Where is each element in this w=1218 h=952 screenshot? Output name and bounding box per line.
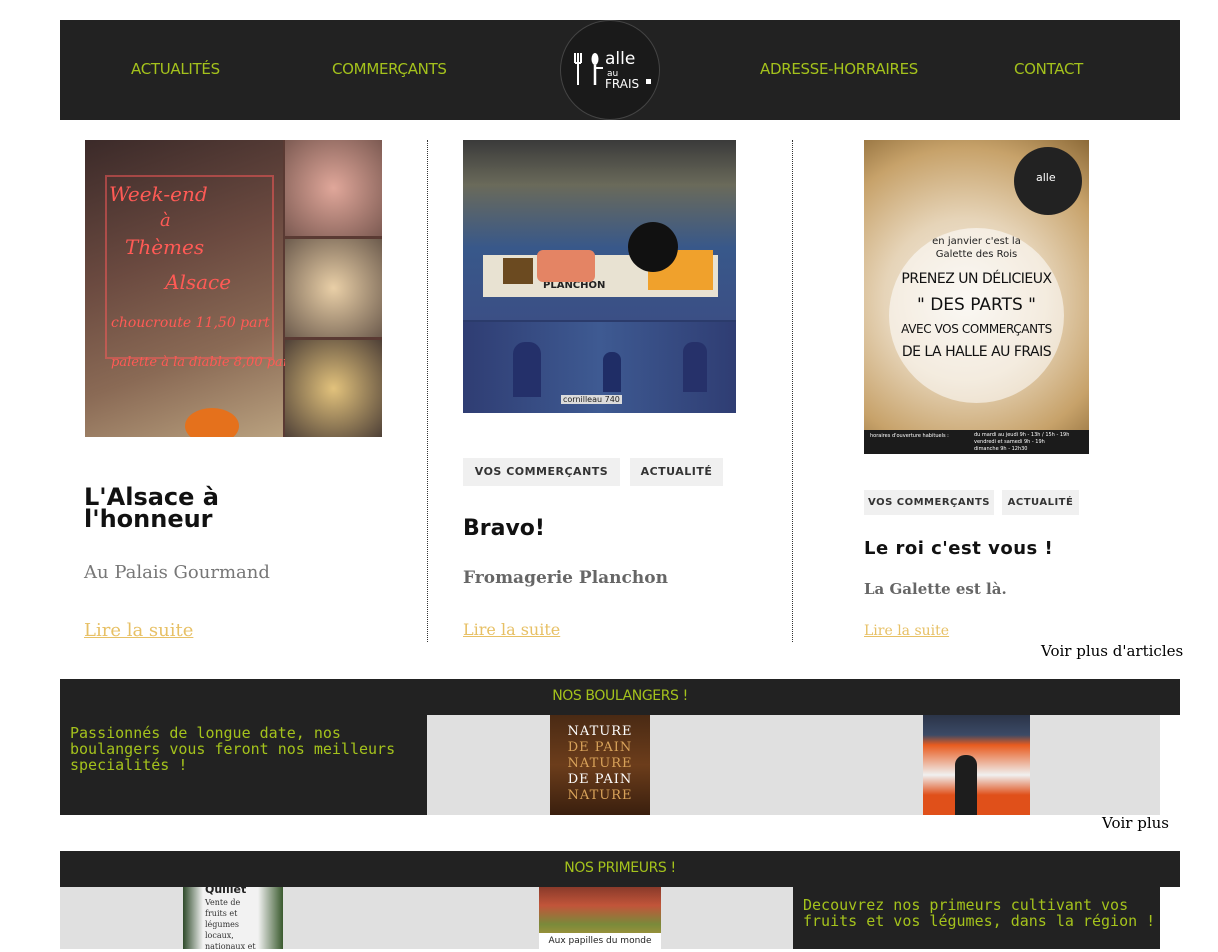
quillet-name: Quillet: [205, 883, 247, 896]
cheese-photo: PLANCHON: [463, 140, 736, 320]
poster-line6: DE LA HALLE AU FRAIS: [901, 344, 1052, 360]
logo-line1: alle: [605, 49, 636, 69]
food-photo-2: [285, 239, 382, 337]
boulangers-header: NOS BOULANGERS !: [60, 679, 1180, 715]
poster-hours-2: vendredi et samedi 9h - 19h: [974, 439, 1045, 445]
poster-line2: Galette des Rois: [935, 249, 1018, 260]
boulangers-title: NOS BOULANGERS !: [552, 688, 688, 704]
primeurs-header: NOS PRIMEURS !: [60, 851, 1180, 887]
article-3-image[interactable]: alle en janvier c'est la Galette des Roi…: [864, 140, 1089, 454]
article-1-read-more[interactable]: Lire la suite: [84, 620, 193, 641]
neon-text-1: Week-end: [109, 182, 208, 206]
article-1-image[interactable]: Week-end à Thèmes Alsace choucroute 11,5…: [85, 140, 382, 437]
poster-line3: PRENEZ UN DÉLICIEUX: [901, 271, 1052, 287]
player-1: [513, 342, 541, 397]
logo-text-4: DE PAIN: [567, 772, 633, 787]
poster-line5: AVEC VOS COMMERÇANTS: [901, 322, 1052, 336]
poster-line1: en janvier c'est la: [932, 236, 1021, 247]
primeurs-text-panel: Decouvrez nos primeurs cultivant vos fru…: [793, 887, 1160, 949]
cornilleau-label: cornilleau 740: [561, 395, 622, 404]
poster-line4: " DES PARTS ": [916, 295, 1037, 315]
neon-sign-photo: Week-end à Thèmes Alsace choucroute 11,5…: [85, 140, 294, 437]
nav-actualites[interactable]: ACTUALITÉS: [131, 60, 220, 78]
papilles-caption: Aux papilles du monde: [539, 933, 661, 949]
article-2-subtitle: Fromagerie Planchon: [463, 568, 668, 588]
poster-hours-3: dimanche 9h - 12h30: [974, 446, 1028, 452]
poster-hours-bar: horaires d'ouverture habituels : du mard…: [864, 430, 1089, 454]
top-navigation: ACTUALITÉS COMMERÇANTS alle au FRAIS ADR…: [60, 20, 1180, 120]
nav-adresse-horraires[interactable]: ADRESSE-HORRAIRES: [760, 60, 918, 78]
logo-line3: FRAIS: [605, 77, 640, 91]
boulangers-see-more-link[interactable]: Voir plus: [1102, 814, 1169, 832]
table-tennis-photo: cornilleau 740: [463, 322, 736, 413]
food-photo-1: [285, 140, 382, 236]
article-3-subtitle: La Galette est là.: [864, 580, 1007, 598]
nav-contact[interactable]: CONTACT: [1014, 60, 1083, 78]
article-2-tag-commercants[interactable]: VOS COMMERÇANTS: [463, 458, 620, 486]
neon-text-5: choucroute 11,50 part: [111, 315, 270, 331]
logo-text-5: NATURE: [567, 788, 633, 803]
poster-hours-1: du mardi au jeudi 9h - 13h / 15h - 19h: [974, 432, 1070, 438]
logo-text-1: NATURE: [567, 724, 633, 739]
customer: [955, 755, 977, 815]
food-photo-3: [285, 340, 382, 437]
neon-text-4: Alsace: [165, 270, 232, 294]
paddle: [628, 222, 678, 272]
article-3-title[interactable]: Le roi c'est vous !: [864, 538, 1053, 559]
logo-text-3: NATURE: [567, 756, 633, 771]
article-1-subtitle: Au Palais Gourmand: [84, 562, 270, 583]
poster-hours-label: horaires d'ouverture habituels :: [870, 433, 949, 439]
boulangers-text: Passionnés de longue date, nos boulanger…: [70, 724, 396, 774]
article-2-tag-actualite[interactable]: ACTUALITÉ: [630, 458, 723, 486]
article-3-tag-actualite[interactable]: ACTUALITÉ: [1002, 490, 1079, 515]
boulangers-carousel: NATURE DE PAIN NATURE DE PAIN NATURE: [427, 715, 1160, 815]
quillet-card[interactable]: Quillet Vente de fruits et légumes locau…: [183, 883, 283, 951]
player-3: [683, 342, 707, 392]
boulangers-text-panel: Passionnés de longue date, nos boulanger…: [60, 715, 427, 815]
article-2-image[interactable]: PLANCHON cornilleau 740: [463, 140, 736, 413]
article-2-title[interactable]: Bravo!: [463, 516, 545, 541]
nav-commercants[interactable]: COMMERÇANTS: [332, 60, 447, 78]
pumpkin: [185, 408, 239, 437]
nature-de-pain-logo[interactable]: NATURE DE PAIN NATURE DE PAIN NATURE: [550, 715, 650, 815]
see-more-articles-link[interactable]: Voir plus d'articles: [1041, 642, 1183, 660]
fork-spoon-icon: [574, 53, 603, 85]
logo-text-2: DE PAIN: [567, 740, 633, 755]
player-2: [603, 352, 621, 392]
column-divider-1: [427, 140, 428, 642]
cheese-2: [537, 250, 595, 282]
poster-logo: alle: [1014, 147, 1082, 215]
neon-text-3: Thèmes: [125, 235, 205, 259]
primeurs-title: NOS PRIMEURS !: [564, 860, 676, 876]
neon-text-2: à: [160, 210, 171, 231]
article-2-read-more[interactable]: Lire la suite: [463, 620, 560, 639]
column-divider-2: [792, 140, 793, 642]
cheese-1: [503, 258, 533, 284]
quillet-desc: Vente de fruits et légumes locaux, natio…: [205, 898, 256, 951]
primeurs-carousel: Quillet Vente de fruits et légumes locau…: [60, 883, 793, 951]
bakery-shop-photo[interactable]: [923, 715, 1030, 815]
article-3-read-more[interactable]: Lire la suite: [864, 623, 949, 639]
papilles-card[interactable]: Aux papilles du monde: [539, 887, 661, 949]
neon-text-6: palette à la diable 8,00 part: [111, 355, 295, 370]
primeurs-text: Decouvrez nos primeurs cultivant vos fru…: [803, 896, 1156, 930]
logo-square: [646, 79, 651, 84]
poster-logo-text: alle: [1036, 171, 1056, 184]
article-3-tag-commercants[interactable]: VOS COMMERÇANTS: [864, 490, 994, 515]
article-1-title[interactable]: L'Alsace à l'honneur: [84, 485, 294, 531]
site-logo[interactable]: alle au FRAIS: [560, 20, 660, 120]
